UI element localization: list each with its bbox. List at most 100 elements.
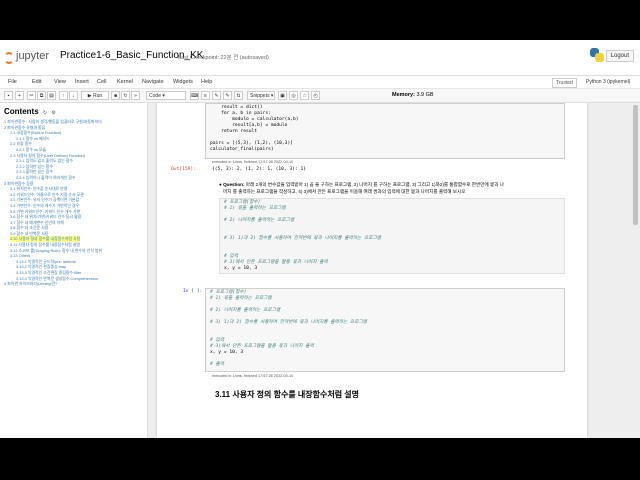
toc-item-label: 2.3 사용자 정의 함수(User Defined Function) (10, 152, 86, 158)
toc-item-label: 3.5 가변 키워드인수: 키워드 인수 개수 가변 (10, 208, 81, 214)
toggle-icon[interactable]: ⇅ (234, 91, 243, 100)
exec-time-icon[interactable]: ◴ (311, 91, 320, 100)
code-format-icon[interactable]: ✎ (223, 91, 232, 100)
menu-insert[interactable]: Insert (75, 79, 89, 85)
logout-button[interactable]: Logout (605, 50, 634, 62)
toc-item-label: 2.2.1 함수 vs 모듈 (16, 146, 47, 152)
add-cell-icon[interactable]: + (15, 91, 24, 100)
paste-icon[interactable]: ▤ (47, 91, 56, 100)
toc-item-label: 3.4 가변인수: 인수의 개수가 가변적인 경우 (10, 202, 80, 208)
menu-file[interactable]: File (8, 79, 17, 85)
code-line: x, y = 10, 3 (224, 266, 258, 271)
kernel-indicator[interactable]: Python 3 (ipykernel) (586, 79, 630, 85)
jupyter-logo[interactable]: jupyter (4, 48, 50, 68)
save-icon[interactable]: ▪ (4, 91, 13, 100)
menu-edit[interactable]: Edit (32, 79, 41, 85)
toc-item-label: 4 파이썬 라이브러리(Library)란? (4, 281, 58, 287)
menu-navigate[interactable]: Navigate (142, 79, 164, 85)
toolbar: ▪ + ✂ ⧉ ▤ ↑ ↓ ▶ Run ■ ↻ » Code ▾ ⌨ ≡ ✎ ✎… (0, 89, 640, 103)
toc-item-label: 2.3.4 입력이나 출력이 여러개인 함수 (16, 174, 76, 180)
section-heading: 3.11 사용자 정의 함수를 내장함수처럼 설명 (215, 390, 360, 399)
toc-list: 1 파이썬함수 : 사람의 생각/행동을 컴퓨터로 구현/자동화하다 2 파이썬함… (4, 119, 146, 287)
toc-item[interactable]: 4 파이썬 라이브러리(Library)란? (4, 281, 146, 287)
menu-kernel[interactable]: Kernel (117, 79, 133, 85)
copy-icon[interactable]: ⧉ (37, 91, 46, 100)
cut-icon[interactable]: ✂ (27, 91, 36, 100)
toc-item-label: 2.1.1 함수 vs 메서드 (16, 135, 50, 141)
run-button[interactable]: ▶ Run (81, 91, 109, 100)
run-label: Run (93, 93, 103, 99)
question-line-2: 머지 를 출력하는 프로그램을 작성하고, 4) 3)에서 만든 프로그램을 이… (223, 189, 466, 194)
trusted-badge[interactable]: Trusted (552, 78, 577, 88)
notebook-scrollbar[interactable] (633, 105, 638, 225)
terminal-icon[interactable]: ▣ (278, 91, 287, 100)
toc-item-label: 2 파이썬함수 유형과 종류 (4, 124, 46, 130)
toc-item-label: 2.1 내장함수(Built-in Function) (10, 130, 62, 136)
menu-help[interactable]: Help (201, 79, 212, 85)
toc-item-label: 2.3.2 입력만 있는 함수 (16, 163, 53, 169)
toc-item-label: 2.3.3 출력만 있는 함수 (16, 169, 53, 175)
toc-item-label: 3.3 기본인수: 유저 인수가 공백이면 기본값 (10, 197, 80, 203)
toc-item-label: 2.3.1 입력도 없고 출력도 없는 함수 (16, 158, 74, 164)
toc-icon[interactable]: ≡ (201, 91, 210, 100)
toc-item-label: 1 파이썬함수 : 사람의 생각/행동을 컴퓨터로 구현/자동화하다 (4, 119, 102, 124)
python-logo-icon (590, 48, 604, 62)
code-cell-2[interactable]: # 프로그램[함수] # 1) 몫을 출력하는 프로그램 # 2) 나머지를 출력하… (205, 288, 565, 372)
move-up-icon[interactable]: ↑ (59, 91, 68, 100)
toc-item-label: 3.13.3 익명적인 조건편집 중립함수:filter (16, 270, 82, 276)
code-cell-1[interactable]: result = dict() for a, b in pairs: modul… (205, 103, 565, 159)
bookmark-icon[interactable]: ☆ (300, 91, 309, 100)
code-line: # 출력 (210, 362, 224, 367)
toc-item-label: 3.9 함수 내 반복문 사용 (10, 230, 49, 236)
toc-title-text: Contents (4, 107, 39, 116)
markdown-code-block: # 프로그램[함수] # 1) 몫을 출력하는 프로그램 # 2) 나머지를 출력하… (219, 198, 565, 274)
menu-bar: File Edit View Insert Cell Kernel Naviga… (0, 76, 640, 89)
memory-value: 3.9 GB (416, 92, 434, 98)
menu-view[interactable]: View (54, 79, 66, 85)
cell-type-select[interactable]: Code ▾ (146, 91, 186, 100)
toc-item-label: 3.6 함수 내 위치/가변/키워드 인수 동시 활용 (10, 214, 82, 220)
toc-item-label: 3.13.2 익명적인 편집중심:map (16, 264, 67, 270)
toc-panel: Contents ↻ ⚙ 1 파이썬함수 : 사람의 생각/행동을 컴퓨터로 구… (0, 103, 148, 438)
toc-item-label: 3.13.1 익명적인 균드적/pre: lambda (16, 258, 76, 264)
memory-indicator: Memory: 3.9 GB (392, 92, 434, 98)
snippets-menu[interactable]: Snippets ▾ (247, 91, 275, 100)
checkpoint-status: Last Checkpoint: 22분 전 (autosaved) (178, 55, 269, 61)
toc-item-label: 3.13.4 익명적인 반복문 생성함수:Comprehension (16, 275, 98, 281)
toc-item-label: 3.1 위치인수: 인수값 순서대로 반영 (10, 186, 68, 192)
toc-item-label: 3.12 스코프 룰(Scoping Rule): 함수 내 변수의 인식 범위 (10, 247, 103, 253)
fast-forward-icon[interactable]: » (131, 91, 140, 100)
toc-item-label: 3.8 함수 내 조건문 사용 (10, 225, 49, 231)
cell-type-value: Code (149, 93, 161, 99)
browser-viewport: jupyter Practice1-6_Basic_Function_KK La… (0, 40, 640, 438)
edit-icon[interactable]: ✎ (212, 91, 221, 100)
toc-item-label: 2.2 외장 함수 (10, 141, 32, 147)
toc-item-label: 3.13 Others (10, 253, 31, 259)
toc-item-label: 3.7 함수 내 매개변수 선언의 이해 (10, 219, 64, 225)
question-text-1: 아래 2개의 변수값을 입력받아 1) 곱 을 구하는 프로그램, 2) 나머지… (245, 182, 504, 187)
toc-settings-icon[interactable]: ⚙ (51, 110, 55, 116)
jupyter-ring-icon (4, 52, 14, 64)
jupyter-logo-text: jupyter (16, 50, 50, 62)
memory-label: Memory: (392, 92, 415, 98)
variable-inspector-icon[interactable]: ◎ (289, 91, 298, 100)
cell1-exec-time: executed in 14ms, finished 17:57:26 2022… (212, 160, 294, 164)
stop-icon[interactable]: ■ (111, 91, 120, 100)
cell1-output: {(5, 3): 2, (1, 2): 1, (10, 3): 1} (212, 167, 307, 172)
menu-widgets[interactable]: Widgets (173, 79, 193, 85)
question-label: Question: (223, 182, 245, 187)
in-prompt: In [ ]: (183, 289, 203, 294)
toc-item-label: 3.2 키워드인수: 이름으로 인수 지정 순서 무관 (10, 191, 84, 197)
toc-refresh-icon[interactable]: ↻ (43, 110, 47, 116)
toc-item-label: 3.11 사용자 정의 함수를 내장함수처럼 설명 (10, 242, 80, 248)
menu-cell[interactable]: Cell (97, 79, 106, 85)
code-line: calculator_final(pairs) (210, 147, 274, 152)
keyboard-icon[interactable]: ⌨ (190, 91, 199, 100)
snippets-label: Snippets (250, 93, 270, 99)
jupyter-header: jupyter Practice1-6_Basic_Function_KK La… (0, 40, 640, 76)
restart-icon[interactable]: ↻ (121, 91, 130, 100)
question-line-1: ● Question: 아래 2개의 변수값을 입력받아 1) 곱 을 구하는 … (219, 182, 504, 187)
toc-title: Contents ↻ ⚙ (4, 107, 56, 116)
notebook-sheet: result = dict() for a, b in pairs: modul… (157, 103, 587, 438)
move-down-icon[interactable]: ↓ (69, 91, 78, 100)
